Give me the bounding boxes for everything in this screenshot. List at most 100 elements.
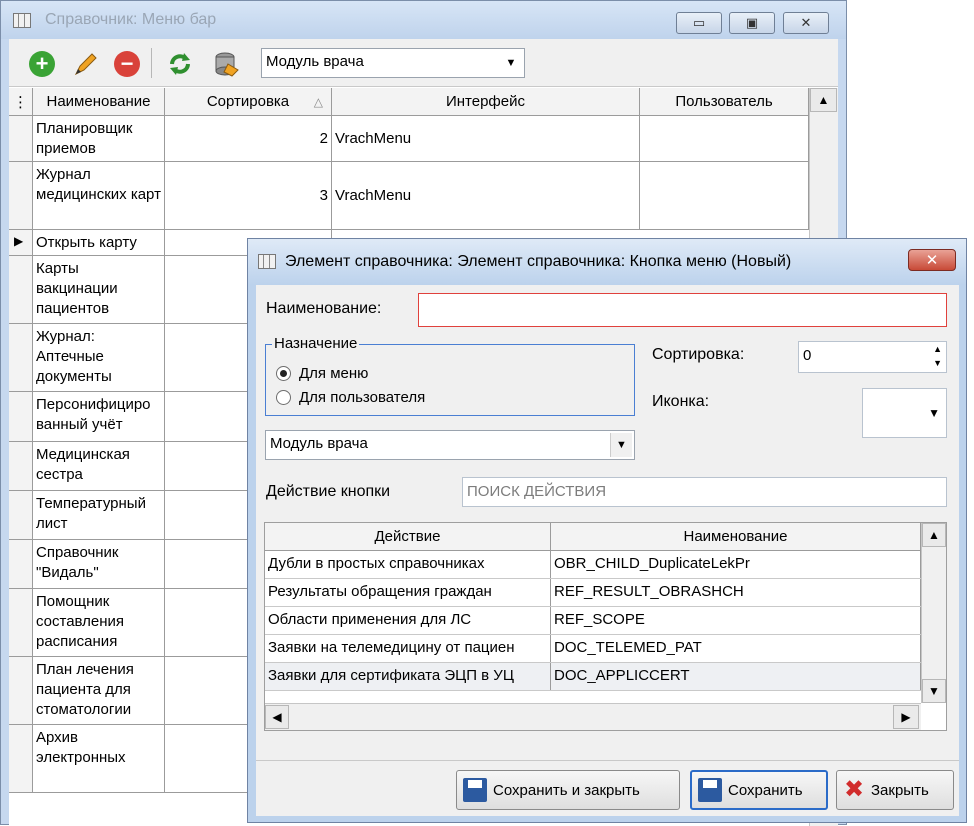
scroll-right-icon[interactable]: ▶ bbox=[893, 705, 919, 729]
action-label: Действие кнопки bbox=[266, 483, 391, 500]
add-icon[interactable]: + bbox=[27, 49, 57, 79]
column-header-user[interactable]: Пользователь bbox=[640, 88, 809, 116]
cell-name[interactable]: Журнал медицинских карт bbox=[33, 162, 165, 229]
scroll-up-icon[interactable]: ▲ bbox=[922, 523, 946, 547]
cell-action[interactable]: Дубли в простых справочниках bbox=[265, 551, 551, 578]
cell-name[interactable]: Персонифициро ванный учёт bbox=[33, 392, 165, 441]
cell-action-name[interactable]: DOC_TELEMED_PAT bbox=[551, 635, 921, 662]
table-row[interactable]: Журнал медицинских карт 3 VrachMenu bbox=[9, 162, 809, 230]
cell-action-name[interactable]: REF_SCOPE bbox=[551, 607, 921, 634]
menu-button-dialog: Элемент справочника: Элемент справочника… bbox=[247, 238, 967, 823]
cell-action[interactable]: Заявки на телемедицину от пациен bbox=[265, 635, 551, 662]
radio-for-menu[interactable]: Для меню bbox=[276, 365, 368, 382]
sort-stepper[interactable]: 0 ▲ ▼ bbox=[798, 341, 947, 373]
cell-name[interactable]: План лечения пациента для стоматологии bbox=[33, 657, 165, 724]
actions-vertical-scrollbar[interactable]: ▲ ▼ bbox=[921, 523, 946, 703]
radio-for-user[interactable]: Для пользователя bbox=[276, 389, 425, 406]
table-row[interactable]: Заявки для сертификата ЭЦП в УЦ DOC_APPL… bbox=[265, 663, 921, 691]
column-header-action-name[interactable]: Наименование bbox=[551, 523, 921, 551]
chevron-down-icon[interactable]: ▼ bbox=[610, 433, 632, 457]
save-and-close-button[interactable]: Сохранить и закрыть bbox=[456, 770, 680, 810]
module-select[interactable]: Модуль врача ▼ bbox=[265, 430, 635, 460]
scroll-down-icon[interactable]: ▼ bbox=[922, 679, 946, 703]
icon-picker[interactable]: ▼ bbox=[862, 388, 947, 438]
scroll-up-icon[interactable]: ▲ bbox=[810, 88, 837, 112]
close-dialog-button[interactable]: ✖ Закрыть bbox=[836, 770, 954, 810]
cell-user[interactable] bbox=[640, 116, 809, 161]
cell-name[interactable]: Помощник составления расписания bbox=[33, 589, 165, 656]
cell-name[interactable]: Температурный лист bbox=[33, 491, 165, 539]
close-x-icon: ✖ bbox=[843, 776, 865, 803]
cell-action-name[interactable]: OBR_CHILD_DuplicateLekPr bbox=[551, 551, 921, 578]
cell-action-name[interactable]: DOC_APPLICCERT bbox=[551, 663, 921, 690]
table-row[interactable]: Дубли в простых справочниках OBR_CHILD_D… bbox=[265, 551, 921, 579]
main-window-titlebar[interactable]: Справочник: Меню бар ▭ ▣ ✕ bbox=[1, 1, 846, 39]
save-button[interactable]: Сохранить bbox=[690, 770, 828, 810]
row-indicator bbox=[9, 540, 33, 588]
column-header-interface-label: Интерфейс bbox=[445, 93, 525, 110]
row-indicator bbox=[9, 589, 33, 656]
sort-stepper-value: 0 bbox=[803, 347, 812, 364]
refresh-icon[interactable] bbox=[165, 49, 195, 79]
action-search-input[interactable]: ПОИСК ДЕЙСТВИЯ bbox=[462, 477, 947, 507]
column-header-sort[interactable]: Сортировка △ bbox=[165, 88, 332, 116]
table-row[interactable]: Планировщик приемов 2 VrachMenu bbox=[9, 116, 809, 162]
close-button[interactable]: ✕ bbox=[783, 12, 829, 34]
dialog-close-button[interactable]: ✕ bbox=[908, 249, 956, 271]
triangle-right-icon: ▶ bbox=[14, 234, 24, 248]
name-field[interactable] bbox=[418, 293, 947, 327]
edit-pencil-icon[interactable] bbox=[71, 49, 101, 79]
actions-horizontal-scrollbar[interactable]: ◀ ▶ bbox=[265, 703, 921, 730]
module-select[interactable]: Модуль врача ▼ bbox=[261, 48, 525, 78]
spin-up-icon[interactable]: ▲ bbox=[933, 343, 942, 356]
toolbar: + − Модуль врача ▼ bbox=[9, 39, 838, 87]
chevron-down-icon[interactable]: ▼ bbox=[928, 406, 940, 420]
current-row-indicator: ▶ bbox=[9, 230, 33, 255]
action-search-placeholder: ПОИСК ДЕЙСТВИЯ bbox=[467, 483, 607, 500]
main-window-title: Справочник: Меню бар bbox=[45, 11, 217, 28]
cell-name[interactable]: Карты вакцинации пациентов bbox=[33, 256, 165, 323]
cell-name[interactable]: Планировщик приемов bbox=[33, 116, 165, 161]
cell-sort[interactable]: 3 bbox=[165, 162, 332, 229]
column-header-name[interactable]: Наименование bbox=[33, 88, 165, 116]
dialog-titlebar[interactable]: Элемент справочника: Элемент справочника… bbox=[248, 239, 966, 285]
radio-checked-icon[interactable] bbox=[276, 366, 291, 381]
table-row[interactable]: Заявки на телемедицину от пациен DOC_TEL… bbox=[265, 635, 921, 663]
minimize-button[interactable]: ▭ bbox=[676, 12, 722, 34]
column-header-name-label: Наименование bbox=[46, 93, 151, 110]
dialog-client: Наименование: Назначение Для меню Для по… bbox=[256, 285, 959, 816]
database-icon[interactable] bbox=[211, 49, 241, 79]
cell-name[interactable]: Журнал: Аптечные документы bbox=[33, 324, 165, 391]
actions-grid: Действие Наименование Дубли в простых сп… bbox=[264, 522, 947, 731]
cell-name[interactable]: Архив электронных bbox=[33, 725, 165, 792]
cell-action[interactable]: Области применения для ЛС bbox=[265, 607, 551, 634]
cell-name[interactable]: Медицинская сестра bbox=[33, 442, 165, 490]
cell-interface[interactable]: VrachMenu bbox=[332, 162, 640, 229]
radio-for-user-label: Для пользователя bbox=[299, 389, 426, 406]
table-row[interactable]: Области применения для ЛС REF_SCOPE bbox=[265, 607, 921, 635]
table-row[interactable]: Результаты обращения граждан REF_RESULT_… bbox=[265, 579, 921, 607]
cell-action-name[interactable]: REF_RESULT_OBRASHCH bbox=[551, 579, 921, 606]
cell-user[interactable] bbox=[640, 162, 809, 229]
cell-name[interactable]: Справочник "Видаль" bbox=[33, 540, 165, 588]
cell-action[interactable]: Заявки для сертификата ЭЦП в УЦ bbox=[265, 663, 551, 690]
spin-down-icon[interactable]: ▼ bbox=[933, 357, 942, 370]
column-header-action[interactable]: Действие bbox=[265, 523, 551, 551]
row-indicator bbox=[9, 657, 33, 724]
column-header-interface[interactable]: Интерфейс bbox=[332, 88, 640, 116]
row-selector-header-icon[interactable]: ⋮ bbox=[9, 88, 33, 116]
column-header-action-label: Действие bbox=[374, 528, 441, 545]
row-indicator bbox=[9, 256, 33, 323]
radio-unchecked-icon[interactable] bbox=[276, 390, 291, 405]
chevron-down-icon[interactable]: ▼ bbox=[500, 51, 522, 75]
maximize-button[interactable]: ▣ bbox=[729, 12, 775, 34]
cell-sort[interactable]: 2 bbox=[165, 116, 332, 161]
sort-label: Сортировка: bbox=[652, 346, 745, 363]
scroll-left-icon[interactable]: ◀ bbox=[265, 705, 289, 729]
cell-action[interactable]: Результаты обращения граждан bbox=[265, 579, 551, 606]
delete-icon[interactable]: − bbox=[112, 49, 142, 79]
row-indicator bbox=[9, 392, 33, 441]
module-select-value: Модуль врача bbox=[270, 435, 368, 452]
cell-name[interactable]: Открыть карту bbox=[33, 230, 165, 255]
cell-interface[interactable]: VrachMenu bbox=[332, 116, 640, 161]
